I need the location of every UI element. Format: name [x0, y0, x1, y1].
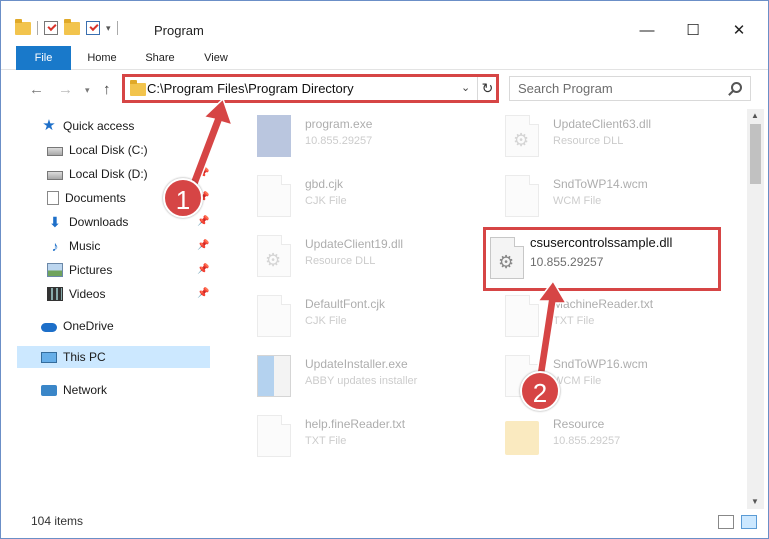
arrow-2-icon [536, 279, 568, 375]
arrow-1-icon [188, 97, 234, 189]
annotation-arrows [188, 97, 568, 375]
explorer-window: ▾ Program — ☐ ✕ File Home Share View ← →… [0, 0, 769, 539]
callout-1: 1 [163, 178, 203, 218]
callout-2: 2 [520, 371, 560, 411]
